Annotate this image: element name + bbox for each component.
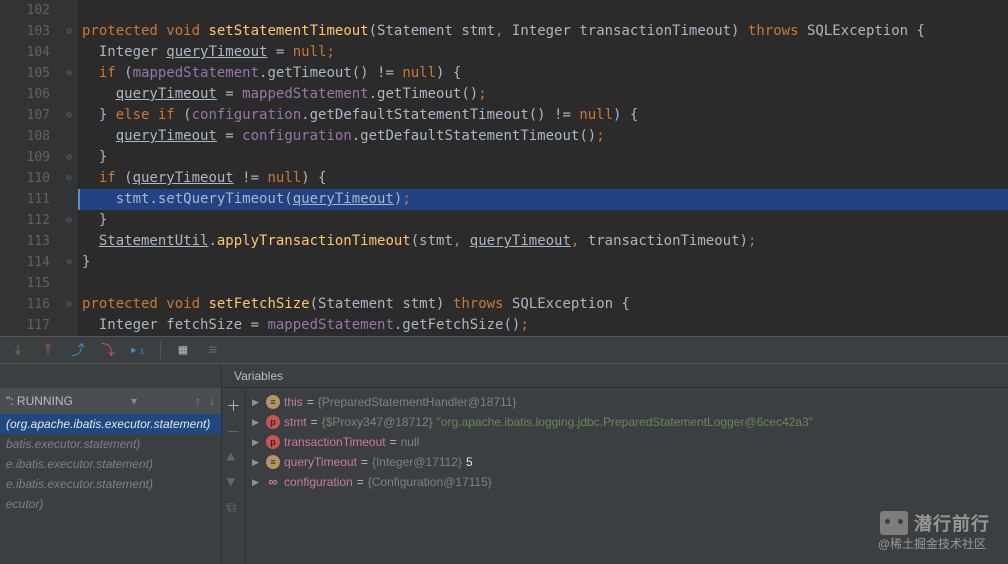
stack-frame[interactable]: e.ibatis.executor.statement) xyxy=(0,474,221,494)
line-number[interactable]: 113 xyxy=(0,231,50,252)
frames-panel: ": RUNNING ▾ ↑ ↓ (org.apache.ibatis.exec… xyxy=(0,364,222,564)
field-badge-icon: ≡ xyxy=(266,455,280,469)
line-number[interactable]: 111 xyxy=(0,189,50,210)
variable-row[interactable]: ▶p stmt = {$Proxy347@18712} "org.apache.… xyxy=(252,412,1002,432)
code-line[interactable]: queryTimeout = configuration.getDefaultS… xyxy=(78,126,1008,147)
line-number[interactable]: 116 xyxy=(0,294,50,315)
force-step-icon[interactable]: ⤵ xyxy=(100,342,116,358)
line-number[interactable]: 117 xyxy=(0,315,50,336)
code-line[interactable]: if (mappedStatement.getTimeout() != null… xyxy=(78,63,1008,84)
fold-column[interactable]: ⊖⊖⊖⊖⊖⊖⊖⊖ xyxy=(60,0,78,336)
step-into-icon[interactable]: ⤓ xyxy=(10,342,26,358)
line-number[interactable]: 109 xyxy=(0,147,50,168)
next-frame-icon[interactable]: ↓ xyxy=(209,394,215,408)
fold-toggle xyxy=(60,0,78,21)
list-icon[interactable]: ≡ xyxy=(205,342,221,358)
variables-toolbar: ＋ － ▲ ▼ ⧉ xyxy=(222,388,246,564)
fold-toggle[interactable]: ⊖ xyxy=(60,252,78,273)
fold-toggle[interactable]: ⊖ xyxy=(60,21,78,42)
debug-panel: ": RUNNING ▾ ↑ ↓ (org.apache.ibatis.exec… xyxy=(0,364,1008,564)
fold-toggle[interactable]: ⊖ xyxy=(60,63,78,84)
fold-toggle xyxy=(60,189,78,210)
code-line[interactable]: Integer fetchSize = mappedStatement.getF… xyxy=(78,315,1008,336)
line-number[interactable]: 104 xyxy=(0,42,50,63)
variables-header: Variables xyxy=(222,364,1008,388)
fold-toggle[interactable]: ⊖ xyxy=(60,147,78,168)
code-line[interactable]: queryTimeout = mappedStatement.getTimeou… xyxy=(78,84,1008,105)
remove-watch-icon[interactable]: － xyxy=(227,422,241,436)
code-line[interactable]: StatementUtil.applyTransactionTimeout(st… xyxy=(78,231,1008,252)
line-number[interactable]: 114 xyxy=(0,252,50,273)
up-icon[interactable]: ▲ xyxy=(227,448,241,462)
line-number[interactable]: 108 xyxy=(0,126,50,147)
variable-row[interactable]: ▶p transactionTimeout = null xyxy=(252,432,1002,452)
copy-icon[interactable]: ⧉ xyxy=(227,500,241,514)
line-number-gutter[interactable]: 1021031041051061071081091101111121131141… xyxy=(0,0,60,336)
code-line[interactable]: stmt.setQueryTimeout(queryTimeout); xyxy=(78,189,1008,210)
frame-list[interactable]: (org.apache.ibatis.executor.statement)ba… xyxy=(0,414,221,514)
parameter-badge-icon: p xyxy=(266,415,280,429)
stack-frame[interactable]: e.ibatis.executor.statement) xyxy=(0,454,221,474)
line-number[interactable]: 105 xyxy=(0,63,50,84)
separator xyxy=(160,341,161,359)
stack-frame[interactable]: ecutor) xyxy=(0,494,221,514)
stack-frame[interactable]: (org.apache.ibatis.executor.statement) xyxy=(0,414,221,434)
thread-label: ": RUNNING xyxy=(6,394,73,408)
fold-toggle xyxy=(60,273,78,294)
line-number[interactable]: 110 xyxy=(0,168,50,189)
fold-toggle xyxy=(60,231,78,252)
watermark-text: 潜行前行 xyxy=(914,510,990,536)
line-number[interactable]: 115 xyxy=(0,273,50,294)
code-line[interactable]: } xyxy=(78,210,1008,231)
code-area[interactable]: protected void setStatementTimeout(State… xyxy=(78,0,1008,336)
fold-toggle[interactable]: ⊖ xyxy=(60,168,78,189)
step-out-icon[interactable]: ⤒ xyxy=(40,342,56,358)
thread-status[interactable]: ": RUNNING ▾ ↑ ↓ xyxy=(0,388,221,414)
code-line[interactable]: } xyxy=(78,252,1008,273)
step-over-icon[interactable]: ⤴ xyxy=(70,342,86,358)
code-line[interactable]: if (queryTimeout != null) { xyxy=(78,168,1008,189)
field-badge-icon: ∞ xyxy=(266,475,280,489)
fold-toggle xyxy=(60,315,78,336)
watermark-icon xyxy=(880,511,908,535)
code-line[interactable]: Integer queryTimeout = null; xyxy=(78,42,1008,63)
variable-row[interactable]: ▶∞ configuration = {Configuration@17115} xyxy=(252,472,1002,492)
table-icon[interactable]: ▦ xyxy=(175,342,191,358)
debug-toolbar: ⤓ ⤒ ⤴ ⤵ ▸ᵢ ▦ ≡ xyxy=(0,336,1008,364)
watermark-subtitle: @稀土掘金技术社区 xyxy=(878,535,986,552)
code-line[interactable]: } else if (configuration.getDefaultState… xyxy=(78,105,1008,126)
fold-toggle xyxy=(60,84,78,105)
code-line[interactable]: } xyxy=(78,147,1008,168)
line-number[interactable]: 107 xyxy=(0,105,50,126)
code-line[interactable]: protected void setFetchSize(Statement st… xyxy=(78,294,1008,315)
add-watch-icon[interactable]: ＋ xyxy=(227,396,241,410)
prev-frame-icon[interactable]: ↑ xyxy=(195,394,201,408)
down-icon[interactable]: ▼ xyxy=(227,474,241,488)
code-line[interactable] xyxy=(78,273,1008,294)
fold-toggle[interactable]: ⊖ xyxy=(60,294,78,315)
fold-toggle xyxy=(60,126,78,147)
code-editor[interactable]: 1021031041051061071081091101111121131141… xyxy=(0,0,1008,336)
variables-title: Variables xyxy=(234,369,283,383)
code-line[interactable] xyxy=(78,0,1008,21)
line-number[interactable]: 106 xyxy=(0,84,50,105)
field-badge-icon: ≡ xyxy=(266,395,280,409)
parameter-badge-icon: p xyxy=(266,435,280,449)
variable-row[interactable]: ▶≡ this = {PreparedStatementHandler@1871… xyxy=(252,392,1002,412)
line-number[interactable]: 102 xyxy=(0,0,50,21)
variable-row[interactable]: ▶≡ queryTimeout = {Integer@17112} 5 xyxy=(252,452,1002,472)
fold-toggle[interactable]: ⊖ xyxy=(60,105,78,126)
stack-frame[interactable]: batis.executor.statement) xyxy=(0,434,221,454)
fold-toggle[interactable]: ⊖ xyxy=(60,210,78,231)
fold-toggle xyxy=(60,42,78,63)
run-to-cursor-icon[interactable]: ▸ᵢ xyxy=(130,342,146,358)
line-number[interactable]: 112 xyxy=(0,210,50,231)
watermark: 潜行前行 xyxy=(880,510,990,536)
code-line[interactable]: protected void setStatementTimeout(State… xyxy=(78,21,1008,42)
line-number[interactable]: 103 xyxy=(0,21,50,42)
